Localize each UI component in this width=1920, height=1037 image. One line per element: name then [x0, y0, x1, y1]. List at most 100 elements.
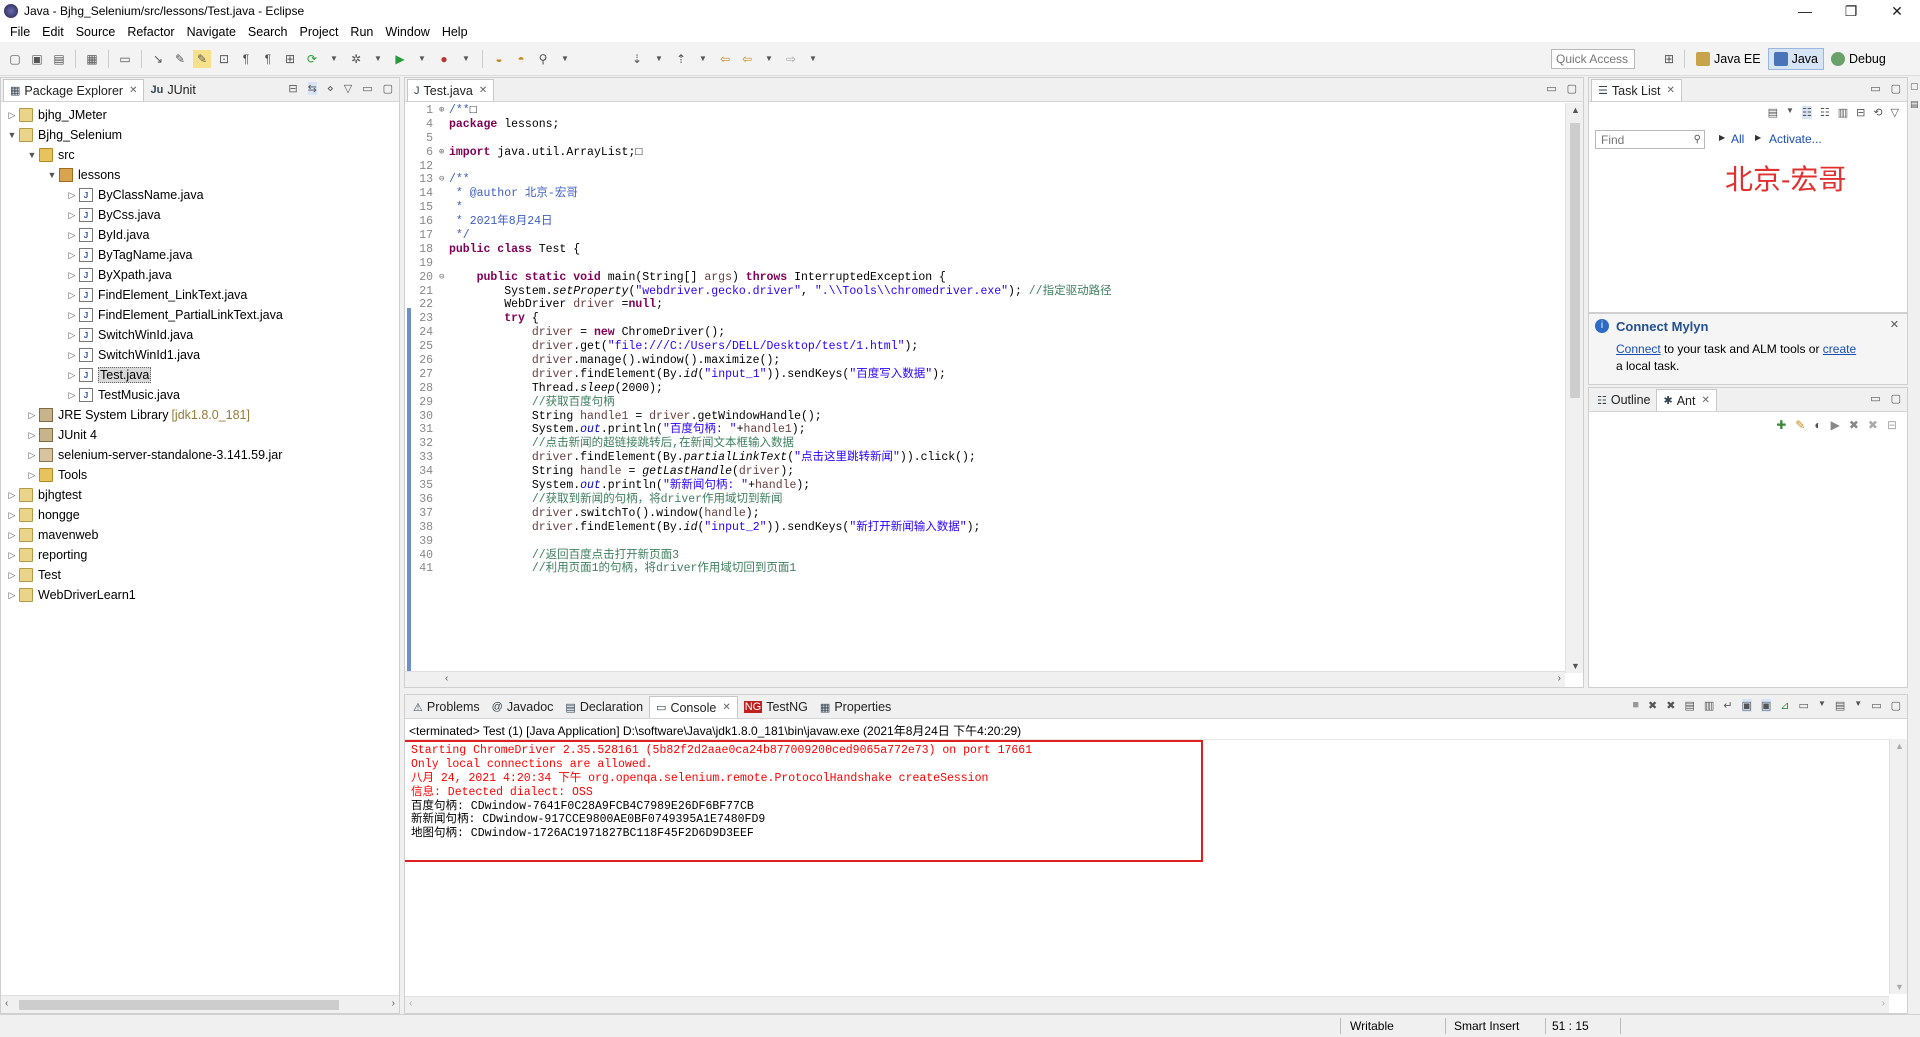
chevron-right-icon[interactable]: ▷ — [65, 250, 79, 261]
open-console-icon[interactable]: ▤ — [1835, 699, 1845, 712]
close-icon[interactable]: ✕ — [1890, 318, 1899, 331]
perspective-java-ee[interactable]: Java EE — [1691, 48, 1766, 70]
filter-icon[interactable]: ⋄ — [327, 82, 334, 95]
categorized-icon[interactable]: ☷ — [1801, 106, 1812, 119]
chevron-right-icon[interactable]: ▷ — [5, 510, 19, 521]
tree-item[interactable]: ▷ J TestMusic.java — [1, 385, 399, 405]
chevron-right-icon[interactable]: ▷ — [65, 270, 79, 281]
whitespace-icon[interactable]: ¶ — [237, 50, 255, 68]
close-icon[interactable]: ✕ — [1701, 395, 1709, 406]
activate-link[interactable]: Activate... — [1769, 132, 1822, 146]
plugin-icon[interactable]: ⊞ — [281, 50, 299, 68]
word-wrap-icon[interactable]: ↵ — [1723, 699, 1732, 712]
tree-item[interactable]: ▷ J ByTagName.java — [1, 245, 399, 265]
scroll-up-icon[interactable]: ▲ — [1895, 741, 1904, 751]
previous-annotation-icon[interactable]: ⇡ — [672, 50, 690, 68]
close-icon[interactable]: ✕ — [722, 702, 730, 713]
chevron-right-icon[interactable]: ▷ — [5, 570, 19, 581]
tree-item[interactable]: ▷ JUnit 4 — [1, 425, 399, 445]
search-buildfile-icon[interactable]: ✎ — [1795, 418, 1805, 432]
menu-refactor[interactable]: Refactor — [121, 25, 180, 39]
menu-search[interactable]: Search — [242, 25, 294, 39]
scroll-left-icon[interactable]: ‹ — [5, 998, 8, 1009]
chevron-down-icon[interactable]: ▼ — [650, 50, 668, 68]
chevron-right-icon[interactable]: ▷ — [65, 290, 79, 301]
open-folder-icon[interactable]: ◓ — [512, 50, 530, 68]
fold-marker[interactable]: ⊖ — [439, 173, 449, 187]
tab-task-list[interactable]: ☰ Task List ✕ — [1591, 79, 1682, 101]
chevron-down-icon[interactable]: ▼ — [694, 50, 712, 68]
save-all-icon[interactable]: ▤ — [50, 50, 68, 68]
close-icon[interactable]: ✕ — [479, 85, 487, 96]
tree-item[interactable]: ▷ J FindElement_PartialLinkText.java — [1, 305, 399, 325]
restore-button[interactable]: ❐ — [1828, 0, 1874, 22]
debug-icon[interactable]: ✲ — [347, 50, 365, 68]
menu-project[interactable]: Project — [294, 25, 345, 39]
chevron-right-icon[interactable]: ▷ — [25, 470, 39, 481]
horizontal-scrollbar[interactable]: ‹ › — [405, 996, 1889, 1013]
refresh-icon[interactable]: ⟳ — [303, 50, 321, 68]
minimize-icon[interactable]: ▭ — [362, 82, 372, 95]
maximize-icon[interactable]: ▢ — [1891, 699, 1901, 712]
task-find-input[interactable]: Find ⚲ — [1595, 130, 1705, 149]
chevron-right-icon[interactable]: ▷ — [25, 430, 39, 441]
close-icon[interactable]: ✕ — [1667, 85, 1675, 96]
tree-item[interactable]: ▷ mavenweb — [1, 525, 399, 545]
menu-edit[interactable]: Edit — [36, 25, 70, 39]
tree-item[interactable]: ▼ Bjhg_Selenium — [1, 125, 399, 145]
chevron-down-icon[interactable]: ▼ — [5, 130, 19, 140]
chevron-right-icon[interactable]: ▷ — [5, 530, 19, 541]
view-menu-icon[interactable]: ▽ — [344, 82, 352, 95]
open-perspective-icon[interactable]: ⊞ — [1660, 50, 1678, 68]
tab-declaration[interactable]: ▤ Declaration — [559, 696, 649, 718]
horizontal-scrollbar[interactable]: ‹ › — [405, 671, 1565, 687]
collapse-all-icon[interactable]: ⊟ — [288, 82, 297, 95]
scroll-down-icon[interactable]: ▼ — [1571, 661, 1580, 671]
link-editor-icon[interactable]: ⇆ — [307, 82, 317, 95]
collapse-all-icon[interactable]: ⊟ — [1856, 106, 1865, 119]
menu-window[interactable]: Window — [379, 25, 435, 39]
menu-run[interactable]: Run — [344, 25, 379, 39]
remove-launch-icon[interactable]: ✖ — [1648, 699, 1657, 712]
tree-item[interactable]: ▷ J ByClassName.java — [1, 185, 399, 205]
chevron-right-icon[interactable]: ▷ — [5, 590, 19, 601]
maximize-icon[interactable]: ▢ — [383, 82, 393, 95]
tree-item[interactable]: ▷ bjhg_JMeter — [1, 105, 399, 125]
back-icon[interactable]: ⇦ — [738, 50, 756, 68]
tree-item[interactable]: ▷ J ByCss.java — [1, 205, 399, 225]
scrollbar-thumb[interactable] — [1570, 123, 1580, 398]
chevron-down-icon[interactable]: ▼ — [369, 50, 387, 68]
tab-junit[interactable]: Ju JUnit — [144, 79, 201, 101]
chevron-down-icon[interactable]: ▼ — [1786, 106, 1794, 119]
chevron-right-icon[interactable]: ▷ — [65, 310, 79, 321]
fold-marker[interactable]: ⊖ — [439, 271, 449, 285]
tree-item[interactable]: ▷ J ById.java — [1, 225, 399, 245]
scheduled-icon[interactable]: ☷ — [1820, 106, 1830, 119]
chevron-right-icon[interactable]: ▷ — [65, 330, 79, 341]
display-console-icon[interactable]: ▭ — [1799, 699, 1809, 712]
scroll-right-icon[interactable]: › — [1882, 998, 1885, 1009]
block-select-icon[interactable]: ¶ — [259, 50, 277, 68]
tree-item[interactable]: ▷ Test — [1, 565, 399, 585]
tab-test-java[interactable]: J Test.java ✕ — [407, 79, 495, 101]
restore-icon[interactable]: ▢ — [1910, 81, 1919, 92]
chevron-right-icon[interactable]: ▷ — [65, 390, 79, 401]
scroll-lock-icon[interactable]: ▥ — [1704, 699, 1714, 712]
synchronize-icon[interactable]: ⟲ — [1873, 106, 1882, 119]
tree-item[interactable]: ▷ JRE System Library [jdk1.8.0_181] — [1, 405, 399, 425]
close-icon[interactable]: ✕ — [129, 85, 137, 96]
terminate-icon[interactable]: ■ — [1632, 699, 1639, 712]
hide-internal-icon[interactable]: ◐ — [1814, 418, 1821, 432]
chevron-right-icon[interactable]: ▷ — [65, 190, 79, 201]
remove-all-icon[interactable]: ✖ — [1868, 418, 1878, 432]
chevron-right-icon[interactable]: ▷ — [5, 490, 19, 501]
scroll-down-icon[interactable]: ▼ — [1895, 982, 1904, 992]
show-stdout-icon[interactable]: ▣ — [1741, 699, 1752, 712]
tree-item[interactable]: ▷ J SwitchWinId1.java — [1, 345, 399, 365]
perspective-java[interactable]: Java — [1767, 48, 1824, 70]
annotation-icon[interactable]: ⊡ — [215, 50, 233, 68]
scroll-up-icon[interactable]: ▲ — [1571, 105, 1580, 115]
terminal-icon[interactable]: ▭ — [116, 50, 134, 68]
chevron-right-icon[interactable]: ▷ — [65, 210, 79, 221]
minimize-icon[interactable]: ▭ — [1546, 82, 1556, 95]
